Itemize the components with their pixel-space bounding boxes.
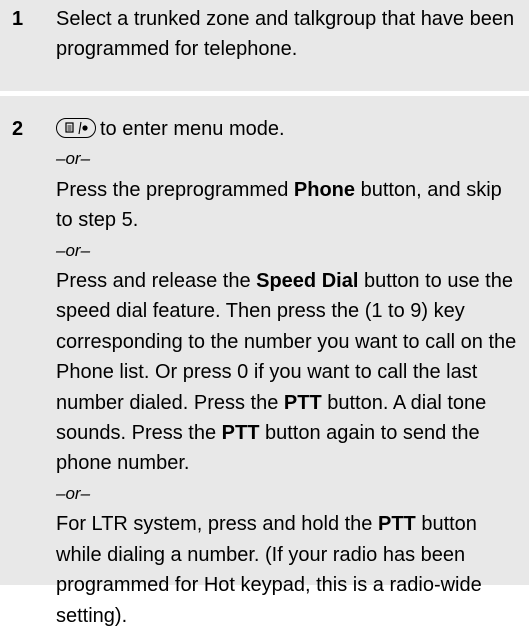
text: For LTR system, press and hold the xyxy=(56,513,378,536)
option-phone: Press the preprogrammed Phone button, an… xyxy=(56,175,519,236)
ptt-label: PTT xyxy=(377,513,416,536)
ptt-label: PTT xyxy=(283,391,322,414)
or-separator: –or– xyxy=(56,149,91,169)
or-separator: –or– xyxy=(56,240,91,260)
step-text: Select a trunked zone and talkgroup that… xyxy=(56,8,515,61)
menu-mode-text: to enter menu mode. xyxy=(100,118,285,140)
step-number: 1 xyxy=(12,8,24,30)
text: Press the preprogrammed xyxy=(56,178,294,201)
phone-button-label: Phone xyxy=(293,178,356,201)
speed-dial-label: Speed Dial xyxy=(256,270,359,293)
step-number: 2 xyxy=(12,118,24,140)
step-text: to enter menu mode. –or– Press the prepr… xyxy=(56,114,519,631)
option-speed-dial: Press and release the Speed Dial button … xyxy=(56,266,519,479)
menu-select-key-icon xyxy=(56,118,96,138)
step-1: 1 Select a trunked zone and talkgroup th… xyxy=(0,0,529,91)
menu-mode-line: to enter menu mode. xyxy=(56,114,519,144)
step-2: 2 to enter menu mode. –or– Press the pre… xyxy=(0,96,529,627)
ptt-label: PTT xyxy=(221,422,260,445)
or-separator: –or– xyxy=(56,483,91,503)
option-ltr: For LTR system, press and hold the PTT b… xyxy=(56,509,519,631)
text: Press and release the xyxy=(56,270,257,293)
